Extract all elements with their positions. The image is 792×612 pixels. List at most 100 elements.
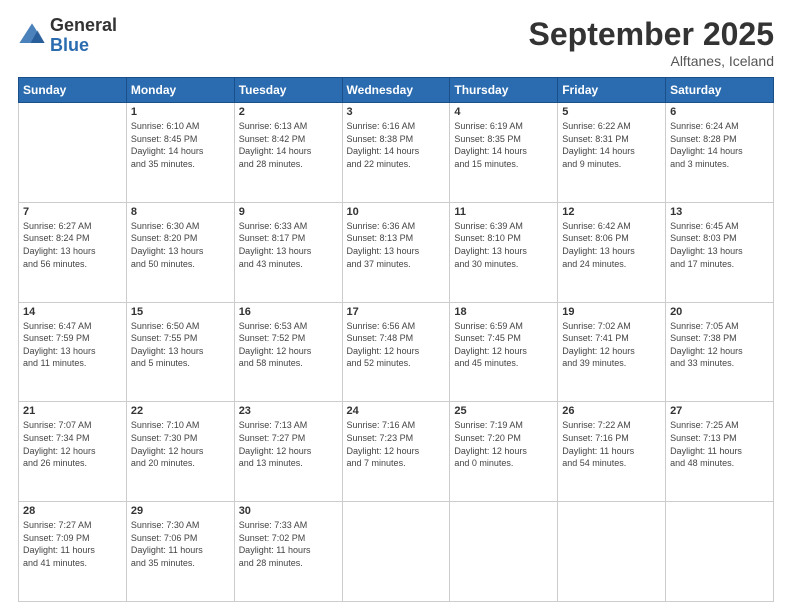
calendar-day-cell: 2 Sunrise: 6:13 AM Sunset: 8:42 PM Daylig… <box>234 103 342 203</box>
calendar-day-cell: 22 Sunrise: 7:10 AM Sunset: 7:30 PM Dayli… <box>126 402 234 502</box>
calendar-day-cell: 20 Sunrise: 7:05 AM Sunset: 7:38 PM Dayli… <box>666 302 774 402</box>
day-info: Sunrise: 7:10 AM Sunset: 7:30 PM Dayligh… <box>131 419 230 469</box>
day-info: Sunrise: 7:13 AM Sunset: 7:27 PM Dayligh… <box>239 419 338 469</box>
day-number: 25 <box>454 405 553 417</box>
day-number: 16 <box>239 306 338 318</box>
day-info: Sunrise: 7:16 AM Sunset: 7:23 PM Dayligh… <box>347 419 446 469</box>
day-info: Sunrise: 7:33 AM Sunset: 7:02 PM Dayligh… <box>239 519 338 569</box>
calendar-empty-cell <box>666 502 774 602</box>
calendar-day-cell: 8 Sunrise: 6:30 AM Sunset: 8:20 PM Daylig… <box>126 202 234 302</box>
day-info: Sunrise: 6:53 AM Sunset: 7:52 PM Dayligh… <box>239 320 338 370</box>
day-number: 28 <box>23 505 122 517</box>
calendar-day-header: Sunday <box>19 78 127 103</box>
calendar-day-cell: 6Sunrise: 6:24 AM Sunset: 8:28 PM Daylig… <box>666 103 774 203</box>
calendar-empty-cell <box>450 502 558 602</box>
calendar-day-cell: 29 Sunrise: 7:30 AM Sunset: 7:06 PM Dayli… <box>126 502 234 602</box>
day-info: Sunrise: 6:36 AM Sunset: 8:13 PM Dayligh… <box>347 220 446 270</box>
calendar-day-cell: 3Sunrise: 6:16 AM Sunset: 8:38 PM Daylig… <box>342 103 450 203</box>
calendar-empty-cell <box>342 502 450 602</box>
day-info: Sunrise: 6:50 AM Sunset: 7:55 PM Dayligh… <box>131 320 230 370</box>
location: Alftanes, Iceland <box>529 53 774 69</box>
day-number: 2 <box>239 106 338 118</box>
day-info: Sunrise: 7:27 AM Sunset: 7:09 PM Dayligh… <box>23 519 122 569</box>
calendar-day-cell: 24 Sunrise: 7:16 AM Sunset: 7:23 PM Dayli… <box>342 402 450 502</box>
calendar-day-cell: 13 Sunrise: 6:45 AM Sunset: 8:03 PM Dayli… <box>666 202 774 302</box>
day-info: Sunrise: 6:39 AM Sunset: 8:10 PM Dayligh… <box>454 220 553 270</box>
day-number: 24 <box>347 405 446 417</box>
calendar-day-cell: 16 Sunrise: 6:53 AM Sunset: 7:52 PM Dayli… <box>234 302 342 402</box>
calendar-day-cell: 25 Sunrise: 7:19 AM Sunset: 7:20 PM Dayli… <box>450 402 558 502</box>
calendar-week-row: 1Sunrise: 6:10 AM Sunset: 8:45 PM Daylig… <box>19 103 774 203</box>
day-number: 27 <box>670 405 769 417</box>
logo-icon <box>18 22 46 50</box>
calendar-week-row: 28 Sunrise: 7:27 AM Sunset: 7:09 PM Dayli… <box>19 502 774 602</box>
calendar-day-cell: 17 Sunrise: 6:56 AM Sunset: 7:48 PM Dayli… <box>342 302 450 402</box>
day-number: 11 <box>454 206 553 218</box>
day-number: 17 <box>347 306 446 318</box>
day-number: 18 <box>454 306 553 318</box>
calendar-day-cell: 10 Sunrise: 6:36 AM Sunset: 8:13 PM Dayli… <box>342 202 450 302</box>
day-info: Sunrise: 6:45 AM Sunset: 8:03 PM Dayligh… <box>670 220 769 270</box>
calendar-day-cell: 5Sunrise: 6:22 AM Sunset: 8:31 PM Daylig… <box>558 103 666 203</box>
calendar-week-row: 7 Sunrise: 6:27 AM Sunset: 8:24 PM Daylig… <box>19 202 774 302</box>
calendar-day-cell: 4Sunrise: 6:19 AM Sunset: 8:35 PM Daylig… <box>450 103 558 203</box>
day-info: Sunrise: 7:25 AM Sunset: 7:13 PM Dayligh… <box>670 419 769 469</box>
calendar-week-row: 21Sunrise: 7:07 AM Sunset: 7:34 PM Dayli… <box>19 402 774 502</box>
day-number: 8 <box>131 206 230 218</box>
day-number: 30 <box>239 505 338 517</box>
calendar-day-cell: 23 Sunrise: 7:13 AM Sunset: 7:27 PM Dayli… <box>234 402 342 502</box>
calendar-day-cell: 27 Sunrise: 7:25 AM Sunset: 7:13 PM Dayli… <box>666 402 774 502</box>
day-info: Sunrise: 7:05 AM Sunset: 7:38 PM Dayligh… <box>670 320 769 370</box>
calendar-empty-cell <box>558 502 666 602</box>
day-info: Sunrise: 6:56 AM Sunset: 7:48 PM Dayligh… <box>347 320 446 370</box>
day-info: Sunrise: 6:42 AM Sunset: 8:06 PM Dayligh… <box>562 220 661 270</box>
calendar-empty-cell <box>19 103 127 203</box>
day-number: 5 <box>562 106 661 118</box>
day-number: 20 <box>670 306 769 318</box>
calendar-day-cell: 28 Sunrise: 7:27 AM Sunset: 7:09 PM Dayli… <box>19 502 127 602</box>
calendar-week-row: 14 Sunrise: 6:47 AM Sunset: 7:59 PM Dayli… <box>19 302 774 402</box>
calendar-header-row: SundayMondayTuesdayWednesdayThursdayFrid… <box>19 78 774 103</box>
day-number: 10 <box>347 206 446 218</box>
day-number: 3 <box>347 106 446 118</box>
calendar-table: SundayMondayTuesdayWednesdayThursdayFrid… <box>18 77 774 602</box>
day-number: 9 <box>239 206 338 218</box>
day-number: 23 <box>239 405 338 417</box>
day-number: 4 <box>454 106 553 118</box>
calendar-day-header: Tuesday <box>234 78 342 103</box>
calendar-day-header: Wednesday <box>342 78 450 103</box>
day-info: Sunrise: 6:13 AM Sunset: 8:42 PM Dayligh… <box>239 120 338 170</box>
day-info: Sunrise: 7:22 AM Sunset: 7:16 PM Dayligh… <box>562 419 661 469</box>
calendar-day-cell: 7 Sunrise: 6:27 AM Sunset: 8:24 PM Daylig… <box>19 202 127 302</box>
calendar-day-cell: 12Sunrise: 6:42 AM Sunset: 8:06 PM Dayli… <box>558 202 666 302</box>
day-info: Sunrise: 6:30 AM Sunset: 8:20 PM Dayligh… <box>131 220 230 270</box>
day-number: 22 <box>131 405 230 417</box>
calendar-day-header: Friday <box>558 78 666 103</box>
calendar-day-cell: 30 Sunrise: 7:33 AM Sunset: 7:02 PM Dayli… <box>234 502 342 602</box>
day-number: 19 <box>562 306 661 318</box>
day-info: Sunrise: 7:19 AM Sunset: 7:20 PM Dayligh… <box>454 419 553 469</box>
header: General Blue September 2025 Alftanes, Ic… <box>18 16 774 69</box>
calendar-day-cell: 1Sunrise: 6:10 AM Sunset: 8:45 PM Daylig… <box>126 103 234 203</box>
title-block: September 2025 Alftanes, Iceland <box>529 16 774 69</box>
day-number: 7 <box>23 206 122 218</box>
calendar-day-cell: 15 Sunrise: 6:50 AM Sunset: 7:55 PM Dayli… <box>126 302 234 402</box>
day-info: Sunrise: 7:30 AM Sunset: 7:06 PM Dayligh… <box>131 519 230 569</box>
logo-blue: Blue <box>50 36 117 56</box>
calendar-day-cell: 9 Sunrise: 6:33 AM Sunset: 8:17 PM Daylig… <box>234 202 342 302</box>
day-number: 29 <box>131 505 230 517</box>
calendar-day-cell: 11 Sunrise: 6:39 AM Sunset: 8:10 PM Dayli… <box>450 202 558 302</box>
day-info: Sunrise: 7:02 AM Sunset: 7:41 PM Dayligh… <box>562 320 661 370</box>
day-info: Sunrise: 6:47 AM Sunset: 7:59 PM Dayligh… <box>23 320 122 370</box>
day-info: Sunrise: 6:24 AM Sunset: 8:28 PM Dayligh… <box>670 120 769 170</box>
day-number: 26 <box>562 405 661 417</box>
day-number: 15 <box>131 306 230 318</box>
calendar-day-cell: 21Sunrise: 7:07 AM Sunset: 7:34 PM Dayli… <box>19 402 127 502</box>
logo-text: General Blue <box>50 16 117 56</box>
page: General Blue September 2025 Alftanes, Ic… <box>0 0 792 612</box>
day-info: Sunrise: 6:27 AM Sunset: 8:24 PM Dayligh… <box>23 220 122 270</box>
day-info: Sunrise: 7:07 AM Sunset: 7:34 PM Dayligh… <box>23 419 122 469</box>
day-number: 13 <box>670 206 769 218</box>
day-number: 14 <box>23 306 122 318</box>
day-info: Sunrise: 6:33 AM Sunset: 8:17 PM Dayligh… <box>239 220 338 270</box>
